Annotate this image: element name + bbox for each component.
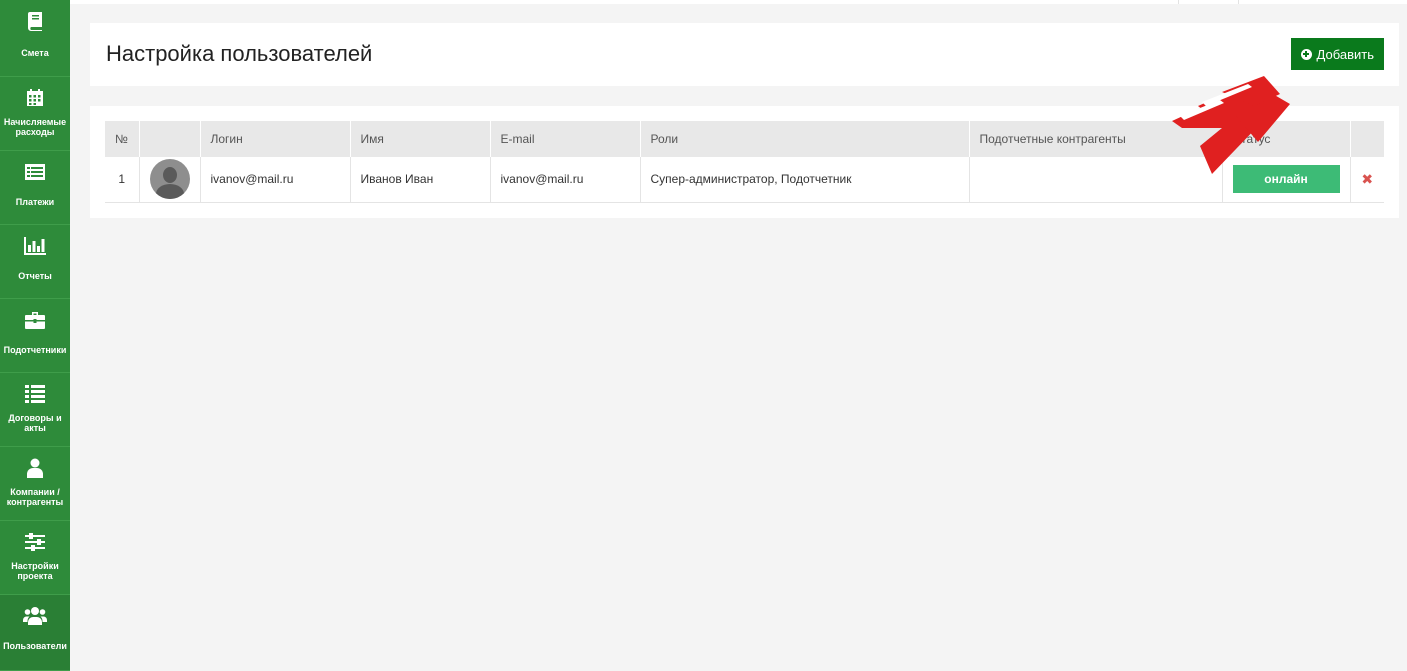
avatar-head bbox=[162, 167, 177, 184]
column-header-name: Имя bbox=[350, 121, 491, 157]
delete-icon[interactable]: ✖ bbox=[1361, 171, 1373, 187]
column-header-roles: Роли bbox=[640, 121, 970, 157]
plus-circle-icon bbox=[1300, 48, 1312, 60]
row-email: ivanov@mail.ru bbox=[490, 157, 641, 203]
users-icon bbox=[0, 605, 70, 627]
sidebar-item-label: Договоры и акты bbox=[8, 413, 62, 433]
row-roles: Супер-администратор, Подотчетник bbox=[640, 157, 970, 203]
sidebar-item-label: Компании / контрагенты bbox=[6, 487, 64, 507]
add-user-button[interactable]: Добавить bbox=[1290, 38, 1384, 70]
row-actions-cell: ✖ bbox=[1350, 157, 1384, 203]
calendar-icon bbox=[0, 87, 70, 109]
column-header-login: Логин bbox=[200, 121, 351, 157]
sliders-icon bbox=[0, 531, 70, 553]
sidebar-item-companies[interactable]: Компании / контрагенты bbox=[0, 447, 70, 521]
user-icon bbox=[0, 457, 70, 479]
sidebar-item-contracts[interactable]: Договоры и акты bbox=[0, 373, 70, 447]
column-header-number: № bbox=[105, 121, 140, 157]
list-icon bbox=[0, 383, 70, 405]
bar-chart-icon bbox=[0, 235, 70, 257]
book-icon bbox=[0, 10, 70, 32]
add-user-button-label: Добавить bbox=[1316, 46, 1374, 62]
top-bar-divider bbox=[1238, 0, 1239, 4]
top-bar bbox=[70, 0, 1407, 4]
list-card-icon bbox=[0, 161, 70, 183]
annotation-arrow-icon bbox=[1172, 76, 1290, 174]
sidebar-item-label: Отчеты bbox=[18, 271, 52, 281]
avatar bbox=[149, 159, 190, 200]
row-login: ivanov@mail.ru bbox=[200, 157, 351, 203]
sidebar-item-users[interactable]: Пользователи bbox=[0, 595, 70, 671]
sidebar-item-label: Смета bbox=[21, 48, 49, 58]
column-header-avatar bbox=[139, 121, 201, 157]
top-bar-divider bbox=[1178, 0, 1179, 4]
sidebar-item-label: Начисляемые расходы bbox=[3, 117, 67, 137]
column-header-email: E-mail bbox=[490, 121, 641, 157]
sidebar-item-label: Пользователи bbox=[3, 641, 67, 651]
column-header-actions bbox=[1350, 121, 1384, 157]
sidebar-item-project-settings[interactable]: Настройки проекта bbox=[0, 521, 70, 595]
sidebar-item-payments[interactable]: Платежи bbox=[0, 151, 70, 225]
row-name: Иванов Иван bbox=[350, 157, 491, 203]
row-avatar-cell bbox=[139, 157, 201, 203]
row-number: 1 bbox=[105, 157, 140, 203]
sidebar-item-label: Настройки проекта bbox=[11, 561, 59, 581]
sidebar-item-accrued-expenses[interactable]: Начисляемые расходы bbox=[0, 77, 70, 151]
sidebar-item-estimate[interactable]: Смета bbox=[0, 0, 70, 77]
sidebar-item-label: Подотчетники bbox=[3, 345, 67, 355]
sidebar: Смета Начисляемые расходы Платежи Отчеты… bbox=[0, 0, 70, 671]
sidebar-item-accountable[interactable]: Подотчетники bbox=[0, 299, 70, 373]
sidebar-item-reports[interactable]: Отчеты bbox=[0, 225, 70, 299]
page-title: Настройка пользователей bbox=[106, 41, 373, 66]
avatar-shoulders bbox=[155, 184, 184, 200]
sidebar-item-label: Платежи bbox=[15, 197, 55, 207]
briefcase-icon bbox=[0, 309, 70, 331]
